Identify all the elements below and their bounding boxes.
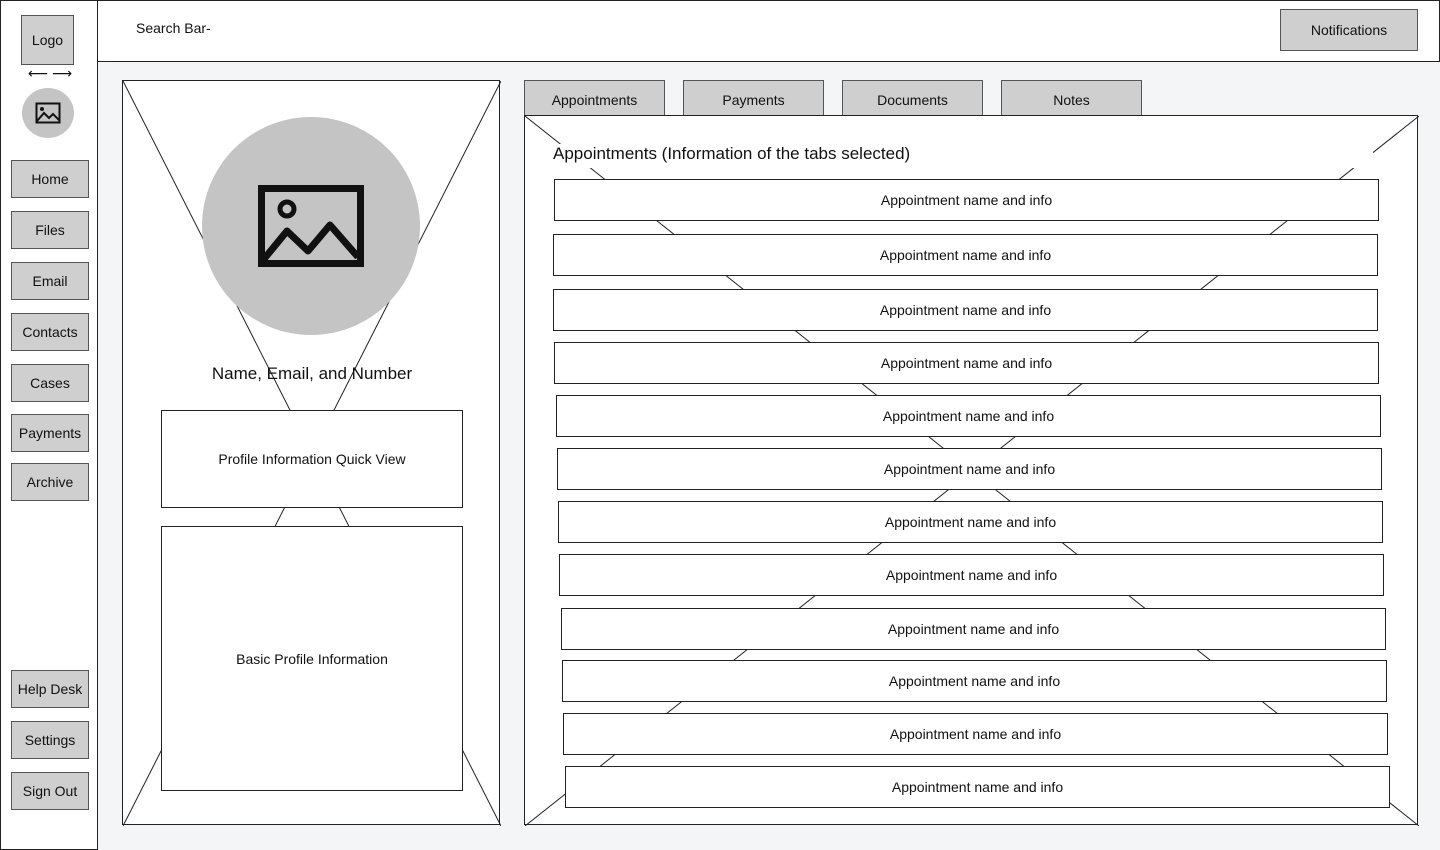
sidebar-item-archive[interactable]: Archive — [11, 463, 89, 501]
collapse-arrows-icon[interactable]: ⟵ ⟶ — [24, 65, 76, 85]
sidebar-item-sign-out[interactable]: Sign Out — [11, 772, 89, 810]
appointment-item[interactable]: Appointment name and info — [556, 395, 1381, 437]
appointment-item[interactable]: Appointment name and info — [554, 342, 1379, 384]
content-heading: Appointments (Information of the tabs se… — [553, 144, 1373, 168]
appointment-item[interactable]: Appointment name and info — [565, 766, 1390, 808]
tab-documents[interactable]: Documents — [842, 80, 983, 116]
profile-panel: Name, Email, and Number Profile Informat… — [122, 80, 501, 826]
appointment-item[interactable]: Appointment name and info — [554, 179, 1379, 221]
image-icon — [258, 185, 364, 267]
sidebar-item-email[interactable]: Email — [11, 262, 89, 300]
tab-payments[interactable]: Payments — [683, 80, 824, 116]
sidebar-item-contacts[interactable]: Contacts — [11, 313, 89, 351]
notifications-button[interactable]: Notifications — [1280, 9, 1418, 51]
content-panel: Appointments (Information of the tabs se… — [524, 115, 1419, 826]
basic-profile-information: Basic Profile Information — [161, 526, 463, 791]
profile-photo[interactable] — [202, 117, 420, 335]
sidebar-item-cases[interactable]: Cases — [11, 364, 89, 402]
sidebar-item-help-desk[interactable]: Help Desk — [11, 670, 89, 708]
user-avatar[interactable] — [22, 88, 74, 138]
search-bar[interactable]: Search Bar- — [136, 20, 296, 40]
sidebar-item-payments[interactable]: Payments — [11, 414, 89, 452]
appointment-item[interactable]: Appointment name and info — [553, 289, 1378, 331]
image-icon — [35, 102, 61, 124]
profile-name-line: Name, Email, and Number — [211, 364, 413, 383]
tab-notes[interactable]: Notes — [1001, 80, 1142, 116]
appointment-item[interactable]: Appointment name and info — [561, 608, 1386, 650]
appointment-item[interactable]: Appointment name and info — [559, 554, 1384, 596]
sidebar-item-settings[interactable]: Settings — [11, 721, 89, 759]
profile-quick-view[interactable]: Profile Information Quick View — [161, 410, 463, 508]
appointment-item[interactable]: Appointment name and info — [557, 448, 1382, 490]
appointment-item[interactable]: Appointment name and info — [563, 713, 1388, 755]
sidebar-item-files[interactable]: Files — [11, 211, 89, 249]
appointment-item[interactable]: Appointment name and info — [562, 660, 1387, 702]
tab-appointments[interactable]: Appointments — [524, 80, 665, 116]
sidebar-item-home[interactable]: Home — [11, 160, 89, 198]
appointment-item[interactable]: Appointment name and info — [558, 501, 1383, 543]
appointment-item[interactable]: Appointment name and info — [553, 234, 1378, 276]
sidebar: Logo ⟵ ⟶ Home Files Email Contacts Cases Paym… — [0, 0, 98, 850]
logo[interactable]: Logo — [21, 15, 74, 65]
top-bar: Search Bar- Notifications — [97, 0, 1440, 62]
